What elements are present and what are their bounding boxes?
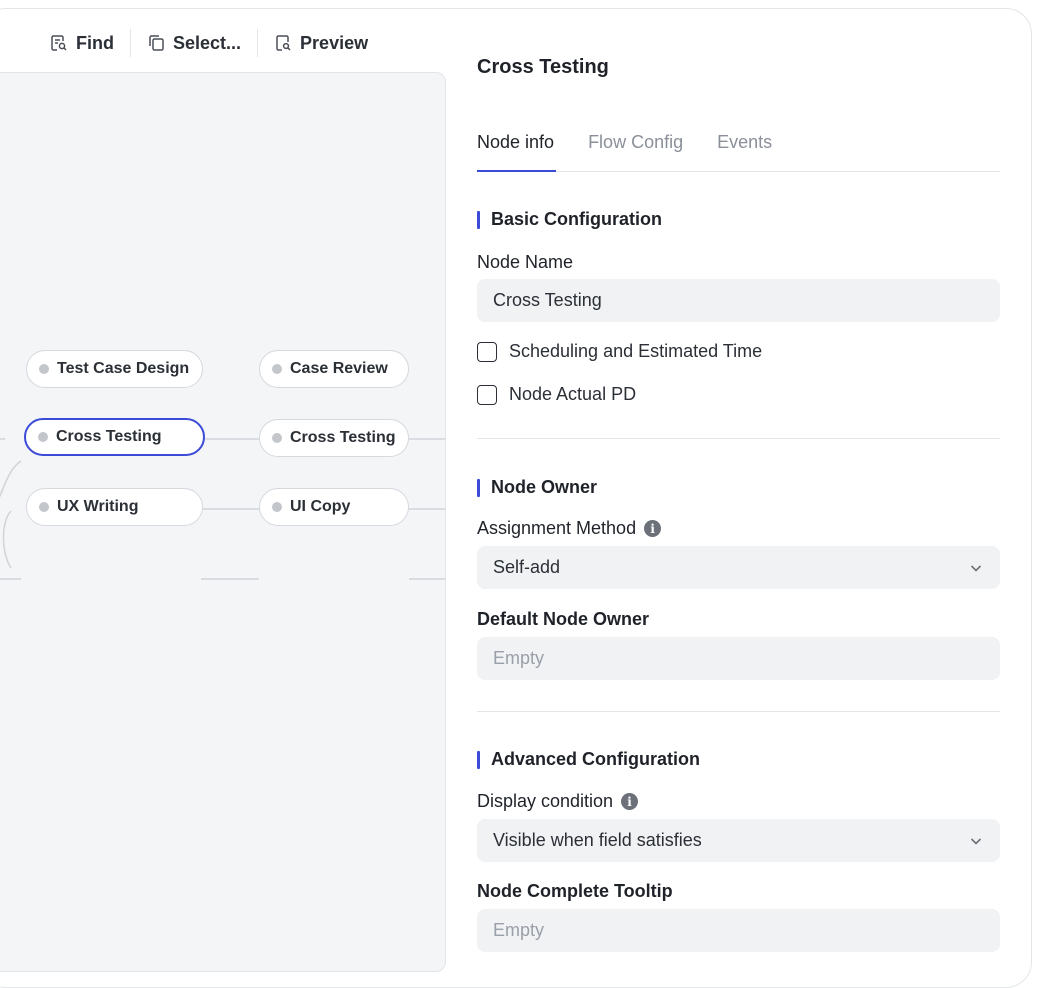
tab-flow-config[interactable]: Flow Config xyxy=(588,126,683,171)
section-title-basic: Basic Configuration xyxy=(477,209,662,230)
find-button[interactable]: Find xyxy=(0,27,130,59)
assignment-method-label: Assignment Method i xyxy=(477,518,662,539)
flow-node[interactable]: Case Review xyxy=(259,350,409,388)
assignment-method-label-text: Assignment Method xyxy=(477,518,637,538)
node-name-value: Cross Testing xyxy=(493,290,602,310)
find-icon xyxy=(51,35,67,51)
node-label: UI Copy xyxy=(290,498,351,515)
default-owner-input[interactable]: Empty xyxy=(477,637,1000,680)
node-name-label-text: Node Name xyxy=(477,252,574,272)
node-status-dot xyxy=(38,432,48,442)
actual-pd-checkbox-label: Node Actual PD xyxy=(509,384,637,404)
chevron-down-icon xyxy=(970,837,982,845)
canvas-toolbar: Find Select... Preview xyxy=(0,22,384,64)
tab-node-info[interactable]: Node info xyxy=(477,126,557,172)
node-status-dot xyxy=(272,502,282,512)
flow-node[interactable]: Test Case Design xyxy=(26,350,203,388)
node-name-label: Node Name xyxy=(477,252,573,273)
node-name-input[interactable]: Cross Testing xyxy=(477,279,1000,322)
select-label: Select... xyxy=(173,32,242,53)
scheduling-checkbox-label: Scheduling and Estimated Time xyxy=(509,341,763,361)
node-status-dot xyxy=(39,364,49,374)
actual-pd-checkbox-row[interactable]: Node Actual PD xyxy=(477,384,636,405)
display-condition-select[interactable]: Visible when field satisfies xyxy=(477,819,1000,862)
flow-canvas[interactable]: Test Case Design Case Review Cross Testi… xyxy=(0,72,446,972)
chevron-down-icon xyxy=(970,564,982,572)
flow-node[interactable]: UX Writing xyxy=(26,488,203,526)
display-condition-value: Visible when field satisfies xyxy=(493,830,702,850)
node-label: Case Review xyxy=(290,360,388,377)
complete-tooltip-placeholder: Empty xyxy=(493,920,545,940)
info-icon[interactable]: i xyxy=(644,520,662,537)
scheduling-checkbox[interactable] xyxy=(477,341,497,362)
section-title-advanced: Advanced Configuration xyxy=(477,749,700,770)
scheduling-checkbox-row[interactable]: Scheduling and Estimated Time xyxy=(477,341,762,362)
panel-tabs: Node info Flow Config Events xyxy=(477,126,1000,172)
assignment-method-select[interactable]: Self-add xyxy=(477,546,1000,589)
section-divider xyxy=(477,438,1000,439)
default-owner-label: Default Node Owner xyxy=(477,609,649,630)
assignment-method-value: Self-add xyxy=(493,557,561,577)
section-title-owner: Node Owner xyxy=(477,477,597,498)
node-label: Cross Testing xyxy=(290,429,396,446)
info-icon[interactable]: i xyxy=(621,793,639,810)
tab-events[interactable]: Events xyxy=(717,126,772,171)
section-divider xyxy=(477,711,1000,712)
panel-title: Cross Testing xyxy=(477,56,609,78)
display-condition-label-text: Display condition xyxy=(477,791,614,811)
select-button[interactable]: Select... xyxy=(131,27,257,59)
select-icon xyxy=(149,35,164,51)
default-owner-placeholder: Empty xyxy=(493,648,545,668)
node-label: Cross Testing xyxy=(56,428,162,445)
flow-node[interactable]: Cross Testing xyxy=(259,419,409,457)
node-status-dot xyxy=(272,433,282,443)
flow-node[interactable]: UI Copy xyxy=(259,488,409,526)
default-owner-label-text: Default Node Owner xyxy=(477,609,650,629)
find-label: Find xyxy=(76,32,114,53)
node-label: UX Writing xyxy=(57,498,139,515)
flow-node-selected[interactable]: Cross Testing xyxy=(24,418,205,456)
complete-tooltip-label-text: Node Complete Tooltip xyxy=(477,881,673,901)
complete-tooltip-input[interactable]: Empty xyxy=(477,909,1000,952)
node-status-dot xyxy=(39,502,49,512)
node-label: Test Case Design xyxy=(57,360,190,377)
actual-pd-checkbox[interactable] xyxy=(477,384,497,405)
preview-icon xyxy=(276,35,291,51)
complete-tooltip-label: Node Complete Tooltip xyxy=(477,881,673,902)
preview-button[interactable]: Preview xyxy=(258,27,384,59)
preview-label: Preview xyxy=(300,32,369,53)
node-status-dot xyxy=(272,364,282,374)
display-condition-label: Display condition i xyxy=(477,791,639,812)
